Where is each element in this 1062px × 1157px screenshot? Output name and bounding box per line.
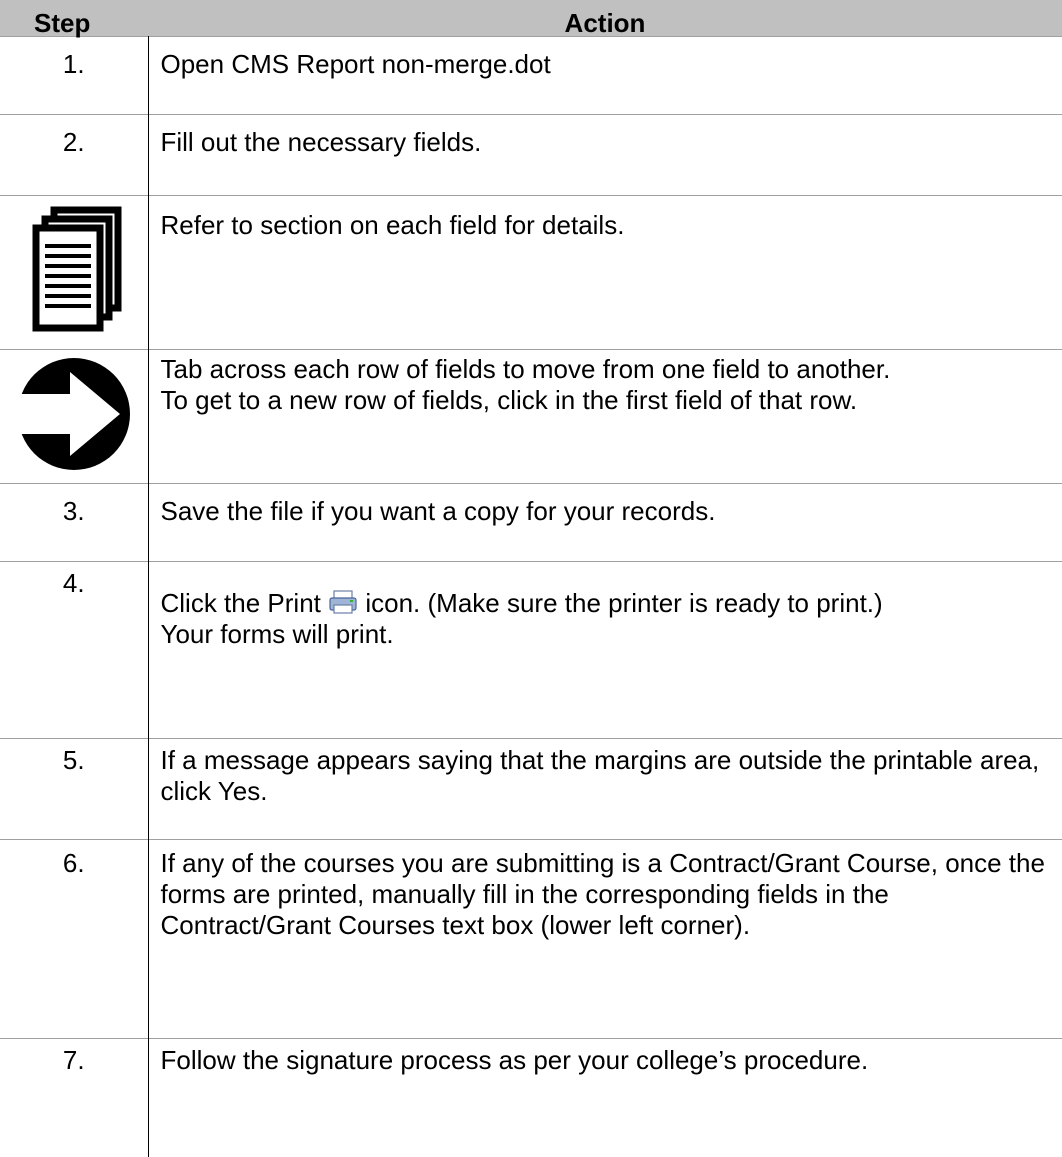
action-text: Fill out the necessary fields. bbox=[161, 127, 1051, 158]
step-number: 6. bbox=[0, 840, 148, 1039]
action-text: If any of the courses you are submitting… bbox=[161, 848, 1051, 941]
action-text: Tab across each row of fields to move fr… bbox=[161, 354, 1051, 385]
table-row: 4. Click the Print icon. (Make sure the … bbox=[0, 562, 1062, 739]
table-row: 7. Follow the signature process as per y… bbox=[0, 1039, 1062, 1157]
action-text: Your forms will print. bbox=[161, 619, 1051, 650]
step-action: Save the file if you want a copy for you… bbox=[148, 484, 1062, 562]
print-text-before: Click the Print bbox=[161, 588, 321, 618]
action-text: If a message appears saying that the mar… bbox=[161, 745, 1051, 807]
step-action: If a message appears saying that the mar… bbox=[148, 739, 1062, 840]
step-action: Refer to section on each field for detai… bbox=[148, 196, 1062, 350]
print-text-after: icon. (Make sure the printer is ready to… bbox=[365, 588, 882, 618]
arrow-right-icon bbox=[10, 350, 138, 476]
step-action: Tab across each row of fields to move fr… bbox=[148, 350, 1062, 484]
step-number: 4. bbox=[0, 562, 148, 739]
action-text: Follow the signature process as per your… bbox=[161, 1045, 1051, 1076]
table-header: Step Action bbox=[0, 0, 1062, 37]
step-action: Fill out the necessary fields. bbox=[148, 115, 1062, 196]
documents-icon bbox=[10, 196, 138, 335]
step-action: Click the Print icon. (Make sure the pri… bbox=[148, 562, 1062, 739]
table-row: 6. If any of the courses you are submitt… bbox=[0, 840, 1062, 1039]
table-row: Refer to section on each field for detai… bbox=[0, 196, 1062, 350]
step-number: 7. bbox=[0, 1039, 148, 1157]
step-number: 5. bbox=[0, 739, 148, 840]
table-row: 3. Save the file if you want a copy for … bbox=[0, 484, 1062, 562]
table-row: 5. If a message appears saying that the … bbox=[0, 739, 1062, 840]
step-action: If any of the courses you are submitting… bbox=[148, 840, 1062, 1039]
action-column-header: Action bbox=[148, 0, 1062, 37]
action-text: Click the Print icon. (Make sure the pri… bbox=[161, 588, 1051, 619]
step-number: 1. bbox=[0, 37, 148, 115]
table-row: 1. Open CMS Report non-merge.dot bbox=[0, 37, 1062, 115]
action-text: Open CMS Report non-merge.dot bbox=[161, 49, 1051, 80]
printer-icon bbox=[328, 590, 358, 614]
note-icon-cell bbox=[0, 196, 148, 350]
action-text: Refer to section on each field for detai… bbox=[161, 210, 1051, 241]
step-number: 3. bbox=[0, 484, 148, 562]
action-text: To get to a new row of fields, click in … bbox=[161, 385, 1051, 416]
step-column-header: Step bbox=[0, 0, 148, 37]
table-row: 2. Fill out the necessary fields. bbox=[0, 115, 1062, 196]
action-text: Save the file if you want a copy for you… bbox=[161, 496, 1051, 527]
procedure-table: Step Action 1. Open CMS Report non-merge… bbox=[0, 0, 1062, 1157]
step-action: Open CMS Report non-merge.dot bbox=[148, 37, 1062, 115]
tip-icon-cell bbox=[0, 350, 148, 484]
step-action: Follow the signature process as per your… bbox=[148, 1039, 1062, 1157]
step-number: 2. bbox=[0, 115, 148, 196]
table-row: Tab across each row of fields to move fr… bbox=[0, 350, 1062, 484]
